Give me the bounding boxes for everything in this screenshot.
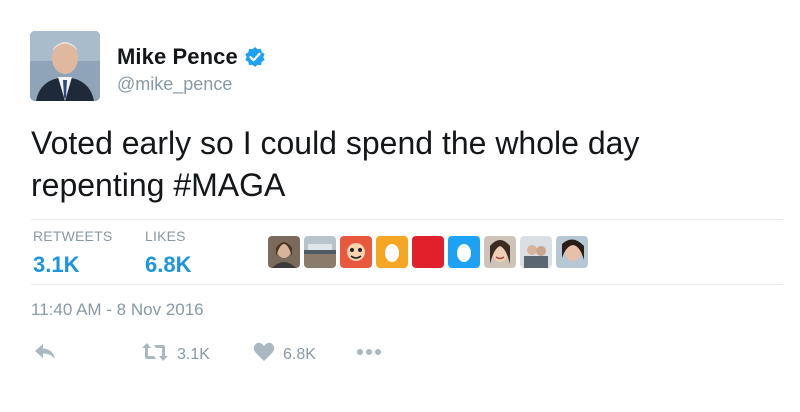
liker-avatar[interactable]	[520, 236, 552, 268]
liker-avatar[interactable]	[556, 236, 588, 268]
author-handle[interactable]: @mike_pence	[117, 74, 232, 95]
likes-stat[interactable]: LIKES 6.8K	[145, 228, 191, 278]
liker-avatar[interactable]	[376, 236, 408, 268]
retweets-stat[interactable]: RETWEETS 3.1K	[33, 228, 112, 278]
more-button[interactable]	[356, 342, 382, 367]
retweet-icon	[141, 342, 169, 367]
liker-avatar[interactable]	[484, 236, 516, 268]
like-button[interactable]: 6.8K	[253, 342, 316, 367]
retweets-value: 3.1K	[33, 252, 80, 277]
likes-label: LIKES	[145, 228, 186, 244]
author-name-row[interactable]: Mike Pence	[117, 44, 266, 70]
like-count: 6.8K	[283, 345, 316, 363]
reply-button[interactable]	[34, 342, 56, 367]
divider	[31, 219, 783, 220]
tweet-card: Mike Pence @mike_pence Voted early so I …	[0, 0, 800, 412]
reply-icon	[34, 342, 56, 367]
liker-avatar[interactable]	[340, 236, 372, 268]
liker-avatar[interactable]	[268, 236, 300, 268]
retweet-count: 3.1K	[177, 345, 210, 363]
tweet-text-line: Voted early so I could spend the whole d…	[31, 125, 640, 161]
verified-badge-icon	[244, 46, 266, 68]
tweet-text-line: repenting #MAGA	[31, 167, 286, 203]
liker-avatar[interactable]	[304, 236, 336, 268]
author-avatar[interactable]	[30, 31, 100, 101]
tweet-text: Voted early so I could spend the whole d…	[31, 122, 771, 206]
more-icon	[356, 342, 382, 367]
heart-icon	[253, 342, 275, 367]
liker-avatar[interactable]	[412, 236, 444, 268]
retweets-label: RETWEETS	[33, 228, 113, 244]
liker-avatar[interactable]	[448, 236, 480, 268]
divider	[31, 284, 783, 285]
tweet-timestamp[interactable]: 11:40 AM - 8 Nov 2016	[31, 300, 204, 320]
retweet-button[interactable]: 3.1K	[141, 342, 210, 367]
likes-value: 6.8K	[145, 252, 192, 277]
likers-avatars	[268, 236, 588, 268]
author-display-name[interactable]: Mike Pence	[117, 44, 238, 70]
